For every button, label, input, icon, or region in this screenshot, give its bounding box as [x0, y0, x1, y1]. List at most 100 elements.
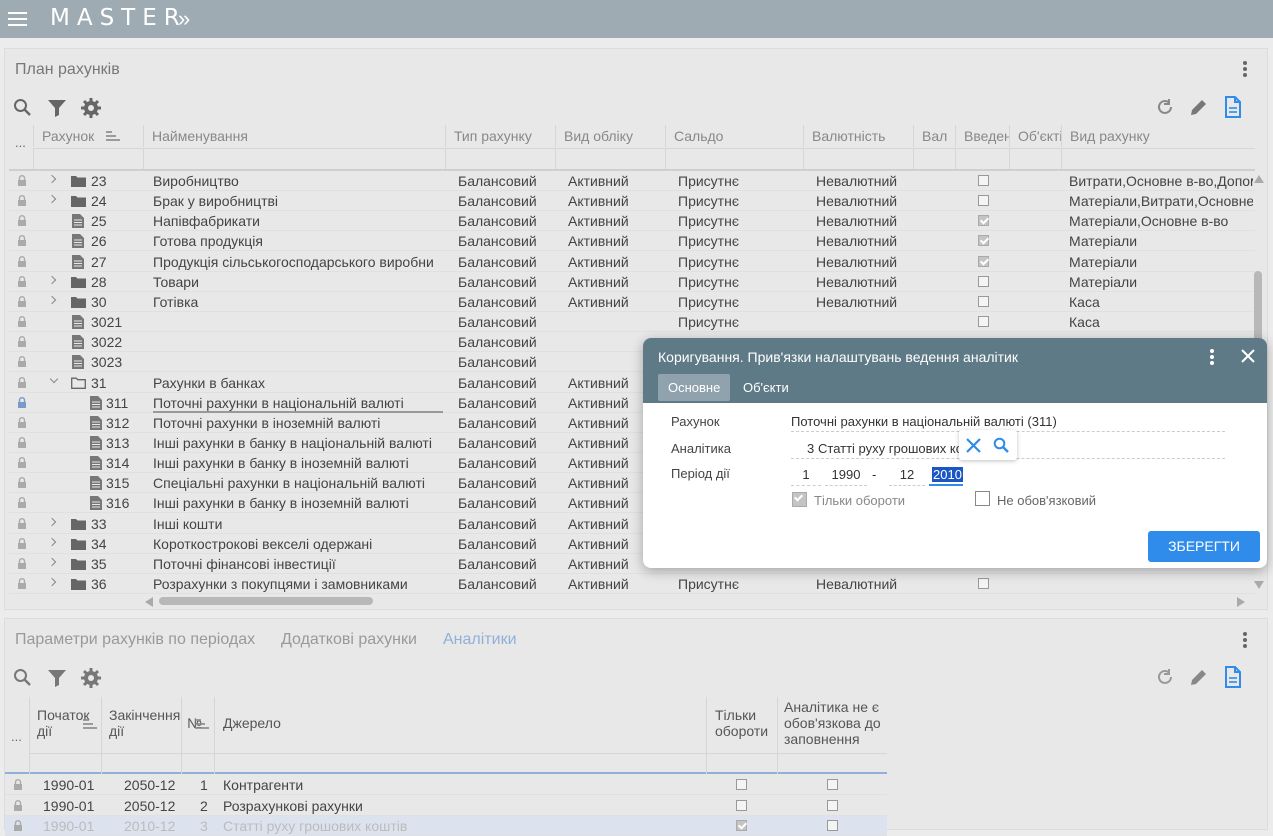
- expand-toggle-icon[interactable]: [47, 194, 57, 204]
- column-header-currency[interactable]: Валютність: [803, 125, 913, 147]
- only-turnover-checkbox[interactable]: [736, 799, 747, 811]
- period-from-year[interactable]: 1990: [825, 464, 867, 486]
- new-document-icon[interactable]: [1223, 96, 1243, 118]
- expand-toggle-icon[interactable]: [47, 557, 57, 567]
- column-header-end[interactable]: Закінчення дії: [101, 697, 181, 753]
- filter-cell[interactable]: [777, 753, 887, 774]
- column-header-optional[interactable]: Аналітика не є обов'язкова до заповнення: [777, 697, 887, 753]
- column-header-saldo[interactable]: Сальдо: [665, 125, 803, 147]
- table-row[interactable]: 3021 Балансовий Присутнє Каса: [9, 312, 1255, 333]
- column-header-account-kind[interactable]: Вид рахунку: [1061, 125, 1255, 147]
- only-turnover-checkbox[interactable]: [736, 820, 747, 831]
- column-header-objects[interactable]: Об'єкті: [1009, 125, 1061, 147]
- dialog-menu-icon[interactable]: [1210, 349, 1214, 367]
- introduced-checkbox[interactable]: [978, 215, 989, 227]
- filter-icon[interactable]: [47, 668, 67, 688]
- tab-period-params[interactable]: Параметри рахунків по періодах: [15, 631, 255, 649]
- tab-main[interactable]: Основне: [658, 374, 731, 401]
- column-header-account[interactable]: Рахунок: [33, 125, 143, 147]
- table-row[interactable]: 24 Брак у виробництві Балансовий Активний Пр…: [9, 191, 1255, 212]
- tab-objects[interactable]: Об'єкти: [733, 374, 799, 401]
- optional-checkbox[interactable]: [827, 820, 838, 831]
- introduced-checkbox[interactable]: [978, 578, 989, 589]
- filter-cell[interactable]: [29, 753, 101, 774]
- settings-gear-icon[interactable]: [80, 97, 102, 119]
- period-from-month[interactable]: 1: [791, 464, 821, 486]
- filter-cell[interactable]: [706, 753, 777, 774]
- filter-cell[interactable]: [913, 148, 955, 169]
- table-row[interactable]: 23 Виробництво Балансовий Активний Присутнє Н…: [9, 171, 1255, 191]
- filter-cell[interactable]: [1009, 148, 1061, 169]
- introduced-checkbox[interactable]: [978, 255, 989, 267]
- brand-chevron-icon[interactable]: »: [178, 6, 190, 32]
- table-row[interactable]: 28 Товари Балансовий Активний Присутнє Невалю…: [9, 272, 1255, 292]
- filter-icon[interactable]: [47, 98, 67, 118]
- edit-pencil-icon[interactable]: [1189, 97, 1209, 117]
- panel-menu-icon[interactable]: [1243, 632, 1247, 650]
- filter-cell[interactable]: [955, 148, 1009, 169]
- filter-cell[interactable]: [1061, 148, 1255, 169]
- tab-analytics[interactable]: Аналітики: [443, 631, 517, 649]
- table-row[interactable]: 26 Готова продукція Балансовий Активний Прис…: [9, 231, 1255, 252]
- scroll-thumb[interactable]: [159, 597, 373, 605]
- sort-icon[interactable]: [83, 719, 97, 729]
- introduced-checkbox[interactable]: [978, 295, 989, 307]
- filter-cell[interactable]: [214, 753, 706, 774]
- search-icon[interactable]: [993, 437, 1010, 454]
- settings-gear-icon[interactable]: [80, 667, 102, 689]
- scroll-left-icon[interactable]: [145, 597, 153, 607]
- period-to-year[interactable]: 2010: [929, 464, 963, 486]
- scroll-up-icon[interactable]: [1254, 175, 1264, 183]
- introduced-checkbox[interactable]: [978, 275, 989, 287]
- table-row[interactable]: 30 Готівка Балансовий Активний Присутнє Невал…: [9, 292, 1255, 312]
- refresh-icon[interactable]: [1155, 97, 1175, 117]
- introduced-checkbox[interactable]: [978, 195, 989, 207]
- optional-checkbox[interactable]: [975, 491, 990, 506]
- filter-cell[interactable]: [33, 148, 143, 169]
- expand-toggle-icon[interactable]: [47, 275, 57, 284]
- filter-cell[interactable]: [665, 148, 803, 169]
- only-turnover-checkbox[interactable]: [736, 779, 747, 790]
- introduced-checkbox[interactable]: [978, 235, 989, 247]
- panel-menu-icon[interactable]: [1243, 61, 1247, 79]
- optional-checkbox[interactable]: [827, 799, 838, 811]
- table-row[interactable]: 25 Напівфабрикати Балансовий Активний Присут…: [9, 211, 1255, 232]
- new-document-icon[interactable]: [1223, 666, 1243, 688]
- column-header-val[interactable]: Вал: [913, 125, 955, 147]
- close-icon[interactable]: [1241, 349, 1255, 363]
- filter-cell[interactable]: [181, 753, 214, 774]
- column-header-type[interactable]: Тип рахунку: [445, 125, 555, 147]
- column-header-accounting[interactable]: Вид обліку: [555, 125, 665, 147]
- sort-icon[interactable]: [195, 719, 209, 729]
- filter-cell[interactable]: [101, 753, 181, 774]
- introduced-checkbox[interactable]: [978, 316, 989, 328]
- save-button[interactable]: ЗБЕРЕГТИ: [1148, 531, 1260, 562]
- period-to-month[interactable]: 12: [889, 464, 925, 486]
- table-row[interactable]: 36 Розрахунки з покупцями і замовниками Ба…: [9, 574, 1255, 594]
- expand-toggle-icon[interactable]: [47, 517, 57, 526]
- expand-toggle-icon[interactable]: [47, 295, 57, 305]
- expand-toggle-icon[interactable]: [49, 374, 59, 383]
- only-turnover-checkbox[interactable]: [792, 492, 807, 507]
- table-row[interactable]: 1990-01 2050-12 1 Контрагенти: [5, 775, 887, 795]
- table-row[interactable]: 1990-01 2050-12 2 Розрахункові рахунки: [5, 796, 887, 816]
- scroll-down-icon[interactable]: [1254, 581, 1264, 589]
- account-field[interactable]: Поточні рахунки в національній валюті (3…: [791, 412, 1225, 432]
- search-icon[interactable]: [13, 98, 33, 118]
- expand-toggle-icon[interactable]: [47, 537, 57, 546]
- filter-cell[interactable]: [803, 148, 913, 169]
- app-logo[interactable]: MASTER: [50, 5, 187, 31]
- column-header-only-turnover[interactable]: Тільки обороти: [706, 697, 777, 753]
- scroll-right-icon[interactable]: [1237, 597, 1245, 607]
- search-icon[interactable]: [13, 668, 33, 688]
- tab-additional-accounts[interactable]: Додаткові рахунки: [281, 631, 417, 649]
- filter-cell[interactable]: [143, 148, 445, 169]
- table-row[interactable]: 27 Продукція сільськогосподарського вироб…: [9, 252, 1255, 272]
- hamburger-menu-icon[interactable]: [8, 12, 27, 26]
- column-header-source[interactable]: Джерело: [214, 697, 706, 753]
- filter-cell[interactable]: [445, 148, 555, 169]
- filter-cell[interactable]: [555, 148, 665, 169]
- table-row[interactable]: 1990-01 2010-12 3 Статті руху грошових кошт…: [5, 816, 887, 836]
- clear-icon[interactable]: [966, 438, 981, 453]
- edit-pencil-icon[interactable]: [1189, 667, 1209, 687]
